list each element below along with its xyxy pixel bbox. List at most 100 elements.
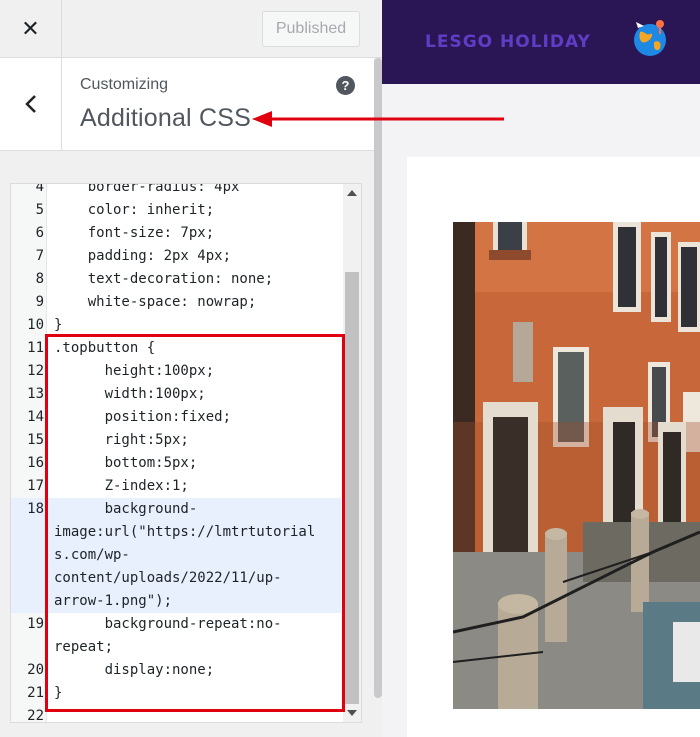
code-line[interactable]: 18 background-image:url("https://lmtrtut… — [11, 498, 341, 613]
code-line[interactable]: 21} — [11, 682, 341, 705]
code-text-segment: white-space: nowrap; — [54, 294, 257, 310]
section-header: Customizing Additional CSS ? — [0, 58, 374, 151]
customizer-window: ✕ Published Customizing Additional CSS ?… — [0, 0, 700, 737]
section-title: Additional CSS — [80, 104, 251, 132]
code-line[interactable]: 11 .topbutton { — [11, 337, 341, 360]
code-line[interactable]: 5 color: inherit; — [11, 199, 341, 222]
customizer-topbar: ✕ Published — [0, 0, 382, 58]
code-text-segment: Z-index:1; — [54, 478, 189, 494]
code-text[interactable]: width:100px; — [54, 383, 341, 406]
css-code-editor[interactable]: 4 border-radius: 4px 5 color: inherit; 6 f… — [10, 183, 362, 723]
code-text[interactable]: padding: 2px 4px; — [54, 245, 341, 268]
close-customizer-button[interactable]: ✕ — [0, 0, 62, 58]
preview-content-card — [407, 157, 700, 737]
line-number: 4 — [35, 183, 44, 195]
line-number: 18 — [27, 501, 44, 517]
code-text[interactable]: bottom:5px; — [54, 452, 341, 475]
code-text[interactable]: text-decoration: none; — [54, 268, 341, 291]
line-number: 6 — [35, 225, 44, 241]
code-text-segment: display:none; — [54, 662, 215, 678]
line-number: 5 — [35, 202, 44, 218]
site-header: LESGO HOLIDAY — [382, 0, 700, 84]
code-line[interactable]: 12 height:100px; — [11, 360, 341, 383]
code-text-segment: text-decoration: none; — [54, 271, 274, 287]
code-text[interactable]: color: inherit; — [54, 199, 341, 222]
chevron-left-icon — [24, 95, 36, 113]
code-text-segment: height:100px; — [54, 363, 215, 379]
code-line[interactable]: 14 position:fixed; — [11, 406, 341, 429]
code-text[interactable]: } — [54, 314, 341, 337]
panel-scrollbar[interactable] — [374, 58, 382, 737]
venice-photo — [453, 222, 700, 709]
code-line[interactable]: 13 width:100px; — [11, 383, 341, 406]
scroll-down-icon[interactable] — [347, 710, 357, 716]
code-text-wrapped: arrow-1.png"); — [54, 593, 173, 609]
code-text[interactable]: position:fixed; — [54, 406, 341, 429]
code-text-segment: bottom:5px; — [54, 455, 198, 471]
site-logo-text[interactable]: LESGO HOLIDAY — [425, 32, 591, 52]
code-line[interactable]: 17 Z-index:1; — [11, 475, 341, 498]
code-text[interactable]: background-image:url("https://lmtrtutori… — [54, 498, 341, 613]
panel-scrollbar-thumb[interactable] — [374, 58, 382, 698]
code-text[interactable]: } — [54, 682, 341, 705]
line-number: 15 — [27, 432, 44, 448]
code-text[interactable]: border-radius: 4px — [54, 183, 341, 199]
code-text[interactable]: font-size: 7px; — [54, 222, 341, 245]
code-text-segment: font-size: 7px; — [54, 225, 215, 241]
code-text-segment: } — [54, 317, 63, 333]
line-number: 12 — [27, 363, 44, 379]
line-number: 13 — [27, 386, 44, 402]
site-preview: LESGO HOLIDAY — [382, 0, 700, 737]
line-number: 8 — [35, 271, 44, 287]
code-text-wrapped: image:url("https://lmtrtutorial — [54, 524, 316, 540]
code-text[interactable]: Z-index:1; — [54, 475, 341, 498]
code-line[interactable]: 16 bottom:5px; — [11, 452, 341, 475]
close-icon: ✕ — [21, 16, 40, 41]
code-text[interactable]: display:none; — [54, 659, 341, 682]
code-text-wrapped: content/uploads/2022/11/up- — [54, 570, 282, 586]
code-lines[interactable]: 4 border-radius: 4px 5 color: inherit; 6 f… — [11, 183, 341, 722]
code-text[interactable]: right:5px; — [54, 429, 341, 452]
line-number: 17 — [27, 478, 44, 494]
code-line[interactable]: 10} — [11, 314, 341, 337]
line-number: 11 — [27, 340, 44, 356]
line-number: 7 — [35, 248, 44, 264]
code-text-segment: right:5px; — [54, 432, 189, 448]
help-icon[interactable]: ? — [336, 76, 355, 95]
line-number: 22 — [27, 708, 44, 723]
code-line[interactable]: 7 padding: 2px 4px; — [11, 245, 341, 268]
code-text-segment: position:fixed; — [54, 409, 232, 425]
code-line[interactable]: 9 white-space: nowrap; — [11, 291, 341, 314]
customizer-panel: ✕ Published Customizing Additional CSS ?… — [0, 0, 382, 737]
line-number: 16 — [27, 455, 44, 471]
line-number: 14 — [27, 409, 44, 425]
code-text-segment: } — [54, 685, 63, 701]
code-text-segment: padding: 2px 4px; — [54, 248, 232, 264]
code-line[interactable]: 4 border-radius: 4px — [11, 183, 341, 199]
code-text-segment: border-radius: 4px — [54, 183, 240, 195]
code-line[interactable]: 19 background-repeat:no-repeat; — [11, 613, 341, 659]
editor-scrollbar-thumb[interactable] — [345, 272, 359, 704]
published-button[interactable]: Published — [262, 11, 360, 47]
code-text-segment: width:100px; — [54, 386, 206, 402]
globe-logo-icon — [634, 20, 666, 56]
code-text-segment: .topbutton { — [54, 340, 156, 356]
code-text[interactable]: height:100px; — [54, 360, 341, 383]
line-number: 19 — [27, 616, 44, 632]
code-text-wrapped: repeat; — [54, 639, 114, 655]
scroll-up-icon[interactable] — [347, 190, 357, 196]
customizing-label: Customizing — [80, 76, 169, 93]
code-text[interactable]: background-repeat:no-repeat; — [54, 613, 341, 659]
code-text[interactable]: white-space: nowrap; — [54, 291, 341, 314]
code-text-segment: background- — [54, 501, 198, 517]
editor-scrollbar[interactable] — [343, 184, 361, 722]
code-text[interactable]: .topbutton { — [54, 337, 341, 360]
back-button[interactable] — [0, 58, 62, 150]
line-number: 21 — [27, 685, 44, 701]
code-text-segment: color: inherit; — [54, 202, 215, 218]
code-line[interactable]: 8 text-decoration: none; — [11, 268, 341, 291]
code-line[interactable]: 20 display:none; — [11, 659, 341, 682]
code-text-wrapped: s.com/wp- — [54, 547, 130, 563]
code-line[interactable]: 6 font-size: 7px; — [11, 222, 341, 245]
code-line[interactable]: 15 right:5px; — [11, 429, 341, 452]
